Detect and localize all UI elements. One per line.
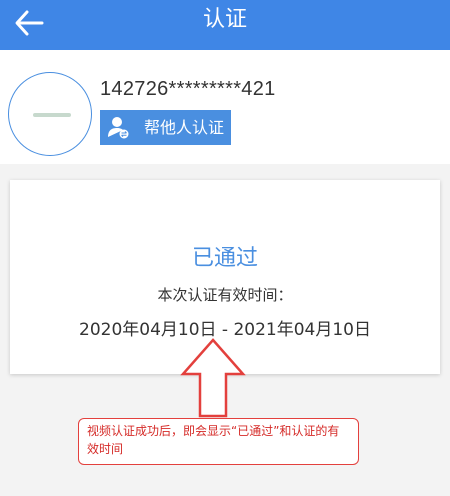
up-arrow-annotation-icon xyxy=(180,338,246,418)
id-number: 142726*********421 xyxy=(100,78,276,100)
verification-status: 已通过 xyxy=(191,246,258,271)
avatar xyxy=(8,72,92,156)
annotation-callout: 视频认证成功后，即会显示“已通过”和认证的有效时间 xyxy=(78,418,359,465)
top-bar: 认证 xyxy=(0,0,450,50)
avatar-image-blur xyxy=(33,113,71,117)
user-swap-icon xyxy=(108,117,129,139)
help-others-verify-label: 帮他人认证 xyxy=(144,118,225,137)
page-title: 认证 xyxy=(202,7,247,32)
validity-range: 2020年04月10日 - 2021年04月10日 xyxy=(79,320,371,340)
validity-label: 本次认证有效时间： xyxy=(157,286,293,304)
help-others-verify-button[interactable]: 帮他人认证 xyxy=(100,110,231,145)
annotation-text: 视频认证成功后，即会显示“已通过”和认证的有效时间 xyxy=(87,424,340,456)
